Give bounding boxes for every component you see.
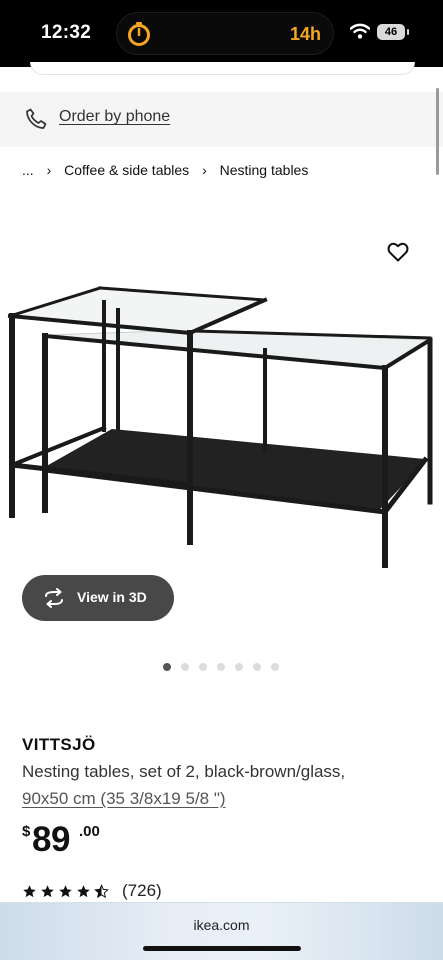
star-icon bbox=[41, 884, 54, 897]
price-currency: $ bbox=[22, 823, 31, 840]
order-by-phone-bar: Order by phone bbox=[0, 92, 443, 147]
star-icon bbox=[23, 884, 36, 897]
battery-indicator: 46 bbox=[377, 24, 409, 40]
search-field-edge[interactable] bbox=[30, 62, 415, 75]
phone-icon bbox=[26, 108, 47, 129]
heart-icon[interactable] bbox=[386, 240, 410, 264]
carousel-dot[interactable] bbox=[235, 663, 243, 671]
carousel-dot[interactable] bbox=[253, 663, 261, 671]
carousel-dot[interactable] bbox=[217, 663, 225, 671]
browser-address-bar[interactable]: ikea.com bbox=[0, 902, 443, 960]
star-icon bbox=[59, 884, 72, 897]
chevron-right-icon: › bbox=[202, 162, 207, 179]
breadcrumb-ellipsis[interactable]: ... bbox=[22, 162, 34, 178]
breadcrumb-item-nesting-tables[interactable]: Nesting tables bbox=[220, 162, 309, 178]
timer-icon bbox=[128, 22, 150, 46]
activity-text: 14h bbox=[289, 24, 321, 44]
rating-count: (726) bbox=[122, 881, 162, 900]
price-decimal: .00 bbox=[79, 823, 100, 840]
carousel-dot[interactable] bbox=[199, 663, 207, 671]
breadcrumb-item-coffee-side-tables[interactable]: Coffee & side tables bbox=[64, 162, 189, 178]
carousel-dot[interactable] bbox=[271, 663, 279, 671]
product-size-link[interactable]: 90x50 cm (35 3/8x19 5/8 ") bbox=[22, 789, 226, 809]
view-in-3d-label: View in 3D bbox=[77, 589, 147, 605]
carousel-dot[interactable] bbox=[163, 663, 171, 671]
carousel-dots[interactable] bbox=[163, 662, 279, 672]
scrollbar[interactable] bbox=[436, 88, 439, 175]
order-by-phone-link[interactable]: Order by phone bbox=[59, 108, 170, 126]
view-in-3d-button[interactable]: View in 3D bbox=[22, 575, 174, 621]
star-icon bbox=[77, 884, 90, 897]
rotate-3d-icon bbox=[45, 588, 63, 608]
carousel-dot[interactable] bbox=[181, 663, 189, 671]
status-time: 12:32 bbox=[41, 22, 92, 43]
product-rating[interactable]: (726) bbox=[22, 880, 162, 902]
url-text[interactable]: ikea.com bbox=[0, 917, 443, 933]
chevron-right-icon: › bbox=[46, 162, 52, 179]
status-bar: 12:32 14h 46 bbox=[0, 0, 443, 67]
product-name: VITTSJÖ bbox=[22, 735, 96, 754]
price-integer: 89 bbox=[32, 820, 70, 859]
home-indicator[interactable] bbox=[143, 946, 301, 951]
product-description: Nesting tables, set of 2, black-brown/gl… bbox=[22, 762, 346, 781]
product-image[interactable] bbox=[0, 280, 443, 580]
star-half-icon bbox=[94, 883, 109, 898]
dynamic-island[interactable]: 14h bbox=[116, 12, 334, 55]
wifi-icon bbox=[350, 23, 370, 39]
breadcrumb: ... › Coffee & side tables › Nesting tab… bbox=[22, 161, 308, 178]
